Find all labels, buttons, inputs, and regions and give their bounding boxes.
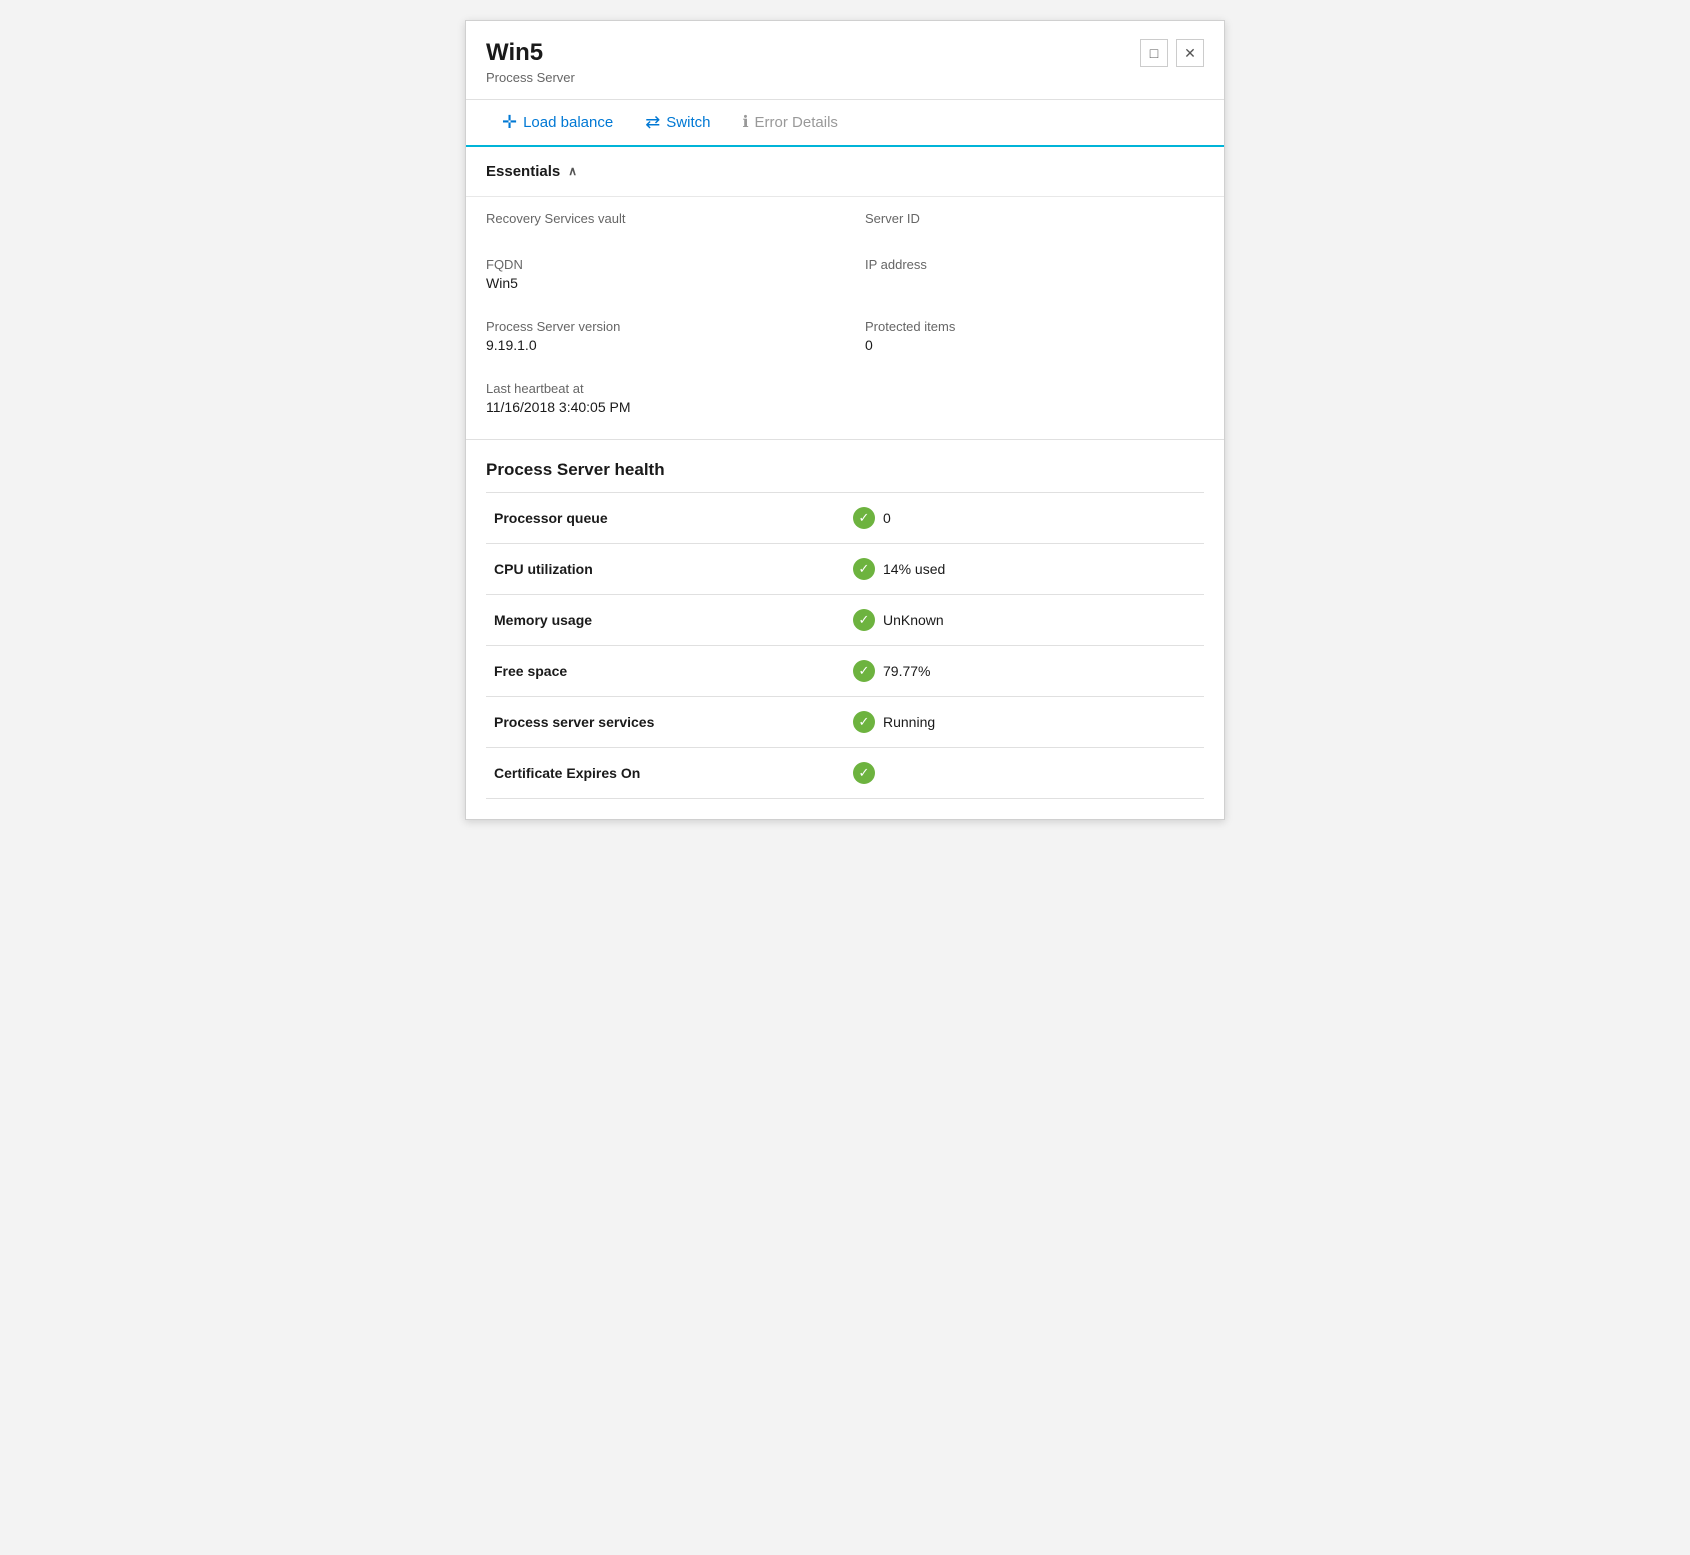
check-icon-cpu: ✓	[853, 558, 875, 580]
health-value-services: ✓ Running	[845, 696, 1204, 747]
main-panel: Win5 Process Server □ ✕ ✛ Load balance ⇄…	[465, 20, 1225, 820]
health-value-certificate: ✓	[845, 747, 1204, 798]
health-value-memory: ✓ UnKnown	[845, 594, 1204, 645]
health-row-cpu: CPU utilization ✓ 14% used	[486, 543, 1204, 594]
health-section-title: Process Server health	[486, 460, 1204, 480]
error-details-label: Error Details	[755, 114, 838, 131]
health-row-processor: Processor queue ✓ 0	[486, 492, 1204, 543]
switch-label: Switch	[666, 114, 710, 131]
essentials-label-recovery: Recovery Services vault	[486, 211, 825, 226]
health-val-freespace: 79.77%	[883, 663, 930, 679]
health-value-freespace: ✓ 79.77%	[845, 645, 1204, 696]
load-balance-icon: ✛	[502, 112, 517, 133]
check-icon-certificate: ✓	[853, 762, 875, 784]
essentials-value-protected: 0	[865, 337, 1204, 353]
essentials-cell-recovery: Recovery Services vault	[466, 197, 845, 243]
essentials-value-version: 9.19.1.0	[486, 337, 825, 353]
panel-header: Win5 Process Server □ ✕	[466, 21, 1224, 100]
toolbar: ✛ Load balance ⇄ Switch ℹ Error Details	[466, 100, 1224, 147]
health-name-services: Process server services	[486, 696, 845, 747]
panel-controls: □ ✕	[1140, 39, 1204, 67]
essentials-cell-ip: IP address	[845, 243, 1224, 305]
panel-title: Win5	[486, 39, 575, 68]
check-icon-freespace: ✓	[853, 660, 875, 682]
essentials-cell-protected: Protected items 0	[845, 305, 1224, 367]
essentials-cell-heartbeat: Last heartbeat at 11/16/2018 3:40:05 PM	[466, 367, 845, 429]
health-name-processor: Processor queue	[486, 492, 845, 543]
chevron-up-icon: ∧	[568, 164, 577, 178]
health-row-services: Process server services ✓ Running	[486, 696, 1204, 747]
health-row-memory: Memory usage ✓ UnKnown	[486, 594, 1204, 645]
health-table: Processor queue ✓ 0 CPU utilization ✓ 14…	[486, 492, 1204, 799]
minimize-button[interactable]: □	[1140, 39, 1168, 67]
essentials-label-ip: IP address	[865, 257, 1204, 272]
health-val-memory: UnKnown	[883, 612, 944, 628]
switch-button[interactable]: ⇄ Switch	[629, 100, 726, 145]
essentials-label: Essentials	[486, 163, 560, 180]
health-name-cpu: CPU utilization	[486, 543, 845, 594]
error-details-button[interactable]: ℹ Error Details	[726, 100, 853, 144]
check-icon-memory: ✓	[853, 609, 875, 631]
health-row-freespace: Free space ✓ 79.77%	[486, 645, 1204, 696]
essentials-grid: Recovery Services vault Server ID FQDN W…	[466, 197, 1224, 429]
essentials-cell-fqdn: FQDN Win5	[466, 243, 845, 305]
switch-icon: ⇄	[645, 112, 660, 133]
health-val-processor: 0	[883, 510, 891, 526]
health-row-certificate: Certificate Expires On ✓	[486, 747, 1204, 798]
essentials-value-heartbeat: 11/16/2018 3:40:05 PM	[486, 399, 825, 415]
health-name-certificate: Certificate Expires On	[486, 747, 845, 798]
essentials-label-serverid: Server ID	[865, 211, 1204, 226]
essentials-label-version: Process Server version	[486, 319, 825, 334]
close-button[interactable]: ✕	[1176, 39, 1204, 67]
panel-subtitle: Process Server	[486, 70, 575, 85]
health-section: Process Server health Processor queue ✓ …	[466, 439, 1224, 799]
essentials-label-heartbeat: Last heartbeat at	[486, 381, 825, 396]
health-value-processor: ✓ 0	[845, 492, 1204, 543]
essentials-value-fqdn: Win5	[486, 275, 825, 291]
health-value-cpu: ✓ 14% used	[845, 543, 1204, 594]
health-val-cpu: 14% used	[883, 561, 945, 577]
title-block: Win5 Process Server	[486, 39, 575, 85]
load-balance-button[interactable]: ✛ Load balance	[486, 100, 629, 145]
essentials-cell-serverid: Server ID	[845, 197, 1224, 243]
essentials-section-header[interactable]: Essentials ∧	[466, 147, 1224, 197]
health-name-freespace: Free space	[486, 645, 845, 696]
health-val-services: Running	[883, 714, 935, 730]
essentials-cell-empty	[845, 367, 1224, 429]
health-name-memory: Memory usage	[486, 594, 845, 645]
error-details-icon: ℹ	[742, 112, 748, 132]
load-balance-label: Load balance	[523, 114, 613, 131]
check-icon-services: ✓	[853, 711, 875, 733]
essentials-label-fqdn: FQDN	[486, 257, 825, 272]
check-icon-processor: ✓	[853, 507, 875, 529]
essentials-cell-version: Process Server version 9.19.1.0	[466, 305, 845, 367]
essentials-label-protected: Protected items	[865, 319, 1204, 334]
